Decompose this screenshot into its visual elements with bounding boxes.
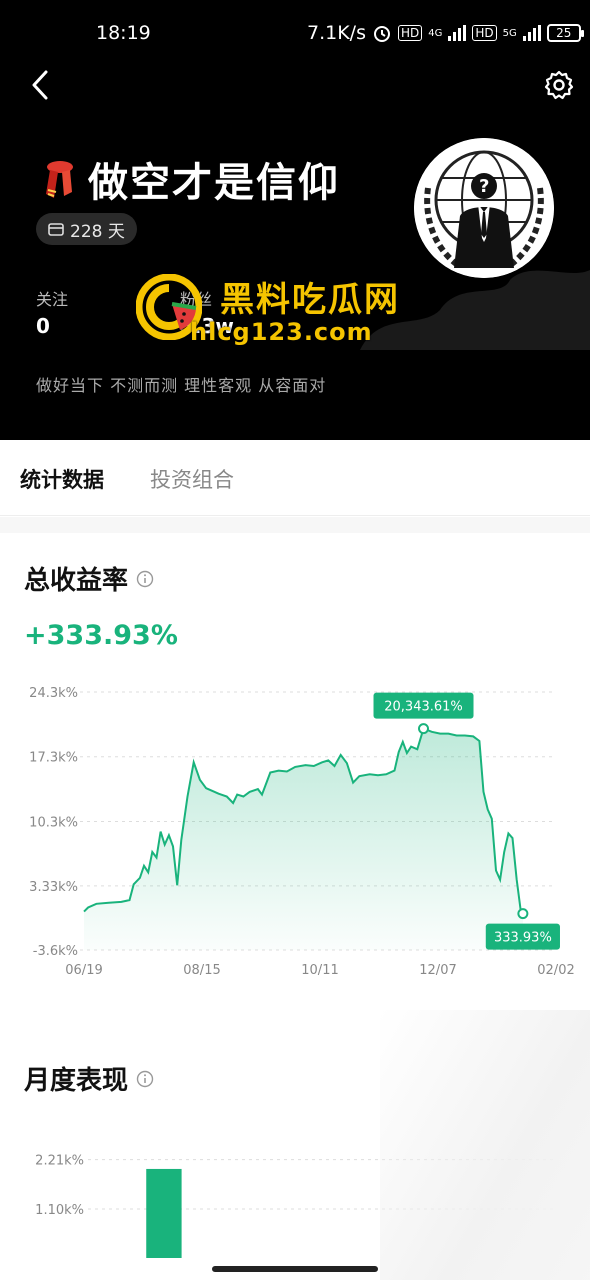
username: 做空才是信仰 <box>88 160 340 206</box>
monthly-heading: 月度表现 <box>24 1060 154 1097</box>
info-icon[interactable] <box>136 570 154 588</box>
total-return-value: +333.93% <box>24 620 178 651</box>
tab-bar: 统计数据 投资组合 <box>0 442 590 516</box>
signal-icon <box>522 25 541 41</box>
section-divider <box>0 517 590 533</box>
net-speed: 7.1K/s <box>307 22 366 44</box>
days-badge: 228 天 <box>36 213 137 245</box>
profile-bio: 做好当下 不测而测 理性客观 从容面对 <box>36 376 327 395</box>
annotation-label: 20,343.61% <box>384 700 463 715</box>
total-return-chart[interactable]: 24.3k% 17.3k% 10.3k% 3.33k% -3.6k% 06/19 08/15… <box>0 670 590 990</box>
total-return-heading: 总收益率 <box>24 560 154 597</box>
status-bar: 18:19 7.1K/s HD 4G HD 5G 25 <box>0 18 590 54</box>
watermark: 黑料吃瓜网 hlcg123.com <box>136 270 426 350</box>
annotation-label: 333.93% <box>494 931 552 946</box>
status-time: 18:19 <box>96 22 151 44</box>
y-tick-label: 1.10k% <box>35 1203 84 1218</box>
y-tick-label: 3.33k% <box>29 880 78 895</box>
x-tick-label: 10/11 <box>301 963 338 978</box>
y-tick-label: 10.3k% <box>29 815 78 830</box>
signal-4g-label: 4G <box>428 27 443 39</box>
hd-icon: HD <box>472 25 497 41</box>
x-tick-label: 08/15 <box>183 963 220 978</box>
red-scarf-icon <box>46 161 73 198</box>
annotation-point <box>418 723 430 735</box>
x-tick-label: 06/19 <box>65 963 102 978</box>
calendar-icon <box>48 223 64 236</box>
status-indicators: 7.1K/s HD 4G HD 5G 25 <box>307 22 584 44</box>
signal-icon <box>448 25 467 41</box>
days-badge-text: 228 天 <box>70 221 125 242</box>
glare-overlay <box>380 1010 590 1280</box>
hd-icon: HD <box>397 25 423 41</box>
profile-title-row: 做空才是信仰 <box>40 150 340 208</box>
return-area-fill <box>84 728 523 950</box>
watermark-url: hlcg123.com <box>190 318 373 346</box>
monthly-title: 月度表现 <box>24 1066 129 1096</box>
total-return-title: 总收益率 <box>24 566 129 596</box>
y-tick-label: 24.3k% <box>29 686 78 701</box>
gear-icon[interactable] <box>544 70 574 100</box>
tab-portfolio[interactable]: 投资组合 <box>150 464 234 494</box>
x-tick-label: 02/02 <box>537 963 574 978</box>
alarm-icon <box>373 26 390 42</box>
y-tick-label: 17.3k% <box>29 751 78 766</box>
back-arrow-icon[interactable] <box>26 68 54 102</box>
follow-label: 关注 <box>36 290 69 309</box>
x-tick-label: 12/07 <box>419 963 456 978</box>
signal-5g-label: 5G <box>502 27 517 39</box>
y-tick-label: -3.6k% <box>33 944 78 959</box>
battery-icon: 25 <box>546 24 584 42</box>
annotation-point <box>517 908 529 920</box>
watermark-title: 黑料吃瓜网 <box>220 280 400 320</box>
y-tick-label: 2.21k% <box>35 1154 84 1169</box>
svg-text:?: ? <box>479 176 489 197</box>
avatar[interactable]: ? <box>414 138 554 278</box>
anonymous-logo-icon: ? <box>414 138 554 278</box>
follow-count[interactable]: 0 <box>36 314 50 338</box>
profile-header: 18:19 7.1K/s HD 4G HD 5G 25 做空才是信仰 228 天… <box>0 0 590 440</box>
info-icon[interactable] <box>136 1070 154 1088</box>
home-indicator[interactable] <box>212 1266 378 1272</box>
monthly-bar <box>146 1168 182 1258</box>
tab-statistics[interactable]: 统计数据 <box>20 464 104 494</box>
